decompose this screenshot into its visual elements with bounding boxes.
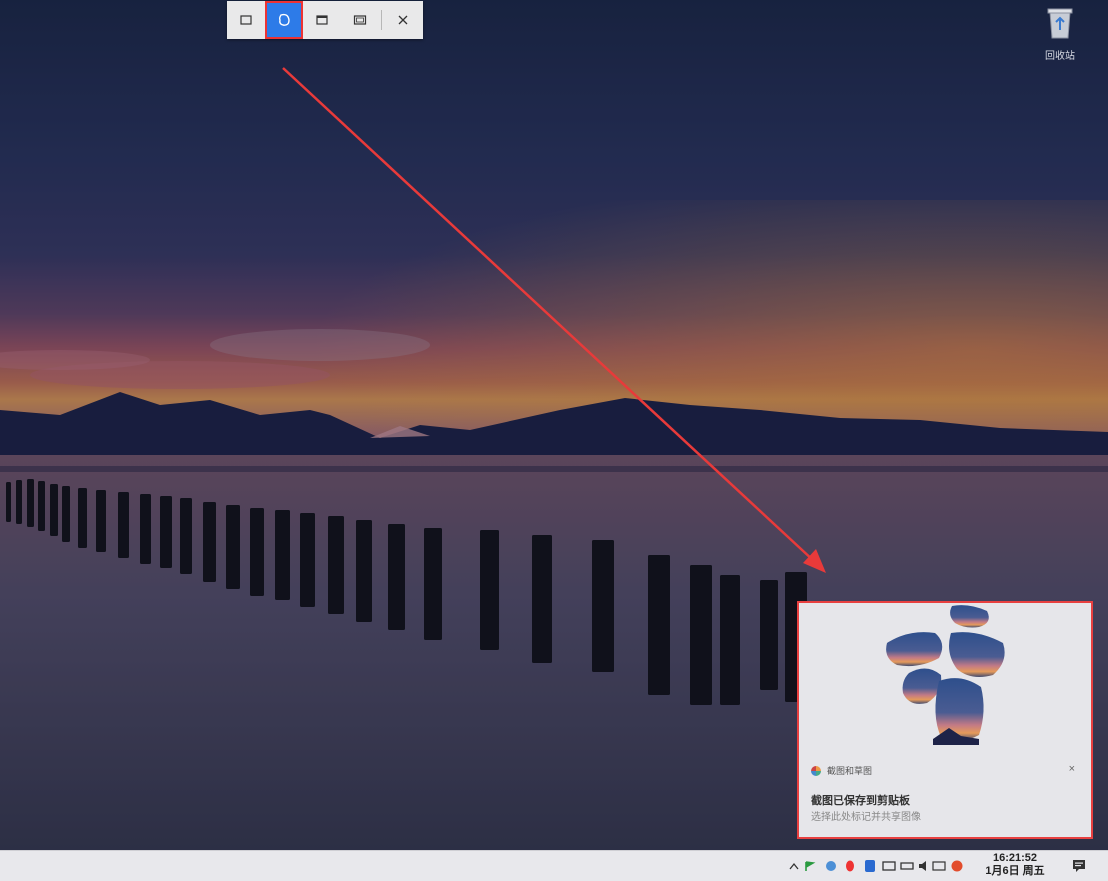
network-icon bbox=[900, 862, 914, 870]
keyboard-icon bbox=[932, 861, 946, 871]
window-snip-icon bbox=[316, 15, 328, 25]
tray-icons bbox=[789, 860, 963, 872]
notification-title: 截图已保存到剪贴板 bbox=[811, 795, 910, 807]
snip-thumbnail bbox=[886, 605, 1005, 745]
security-icon bbox=[951, 860, 963, 872]
clock-date: 1月6日 周五 bbox=[985, 865, 1045, 877]
window-snip-button[interactable] bbox=[303, 1, 341, 39]
snip-sketch-app-icon bbox=[811, 765, 821, 776]
freeform-snip-button[interactable] bbox=[265, 1, 303, 39]
recycle-bin[interactable]: 回收站 bbox=[1038, 6, 1082, 62]
notification-app-row: 截图和草图 bbox=[811, 764, 872, 777]
freeform-snip-icon bbox=[278, 13, 290, 26]
action-center-icon bbox=[1073, 860, 1085, 872]
rectangle-snip-button[interactable] bbox=[227, 1, 265, 39]
qq-icon bbox=[846, 860, 854, 872]
notification-app-name: 截图和草图 bbox=[827, 766, 873, 776]
system-tray bbox=[787, 851, 973, 881]
snip-toolbar bbox=[227, 1, 423, 39]
recycle-bin-icon bbox=[1047, 8, 1073, 39]
taskbar-clock[interactable]: 16:21:52 1月6日 周五 bbox=[978, 852, 1052, 878]
printer-icon bbox=[882, 861, 896, 871]
volume-icon bbox=[919, 861, 926, 871]
rectangle-snip-icon bbox=[240, 15, 252, 25]
fullscreen-snip-button[interactable] bbox=[341, 1, 379, 39]
bluetooth-icon bbox=[865, 860, 875, 872]
recycle-bin-label: 回收站 bbox=[1045, 51, 1075, 62]
notification-body: 选择此处标记并共享图像 bbox=[811, 812, 921, 823]
snip-notification[interactable]: 截图和草图 × 截图已保存到剪贴板 选择此处标记并共享图像 bbox=[797, 601, 1093, 839]
fullscreen-snip-icon bbox=[353, 15, 367, 25]
clock-time: 16:21:52 bbox=[992, 852, 1038, 864]
shield-icon bbox=[826, 861, 836, 871]
toolbar-separator bbox=[381, 10, 382, 30]
close-snip-button[interactable] bbox=[384, 1, 422, 39]
close-icon bbox=[398, 15, 408, 25]
notification-close-button[interactable]: × bbox=[1069, 763, 1075, 775]
flag-icon bbox=[805, 861, 816, 871]
chevron-up-icon bbox=[789, 862, 799, 870]
action-center-button[interactable] bbox=[1071, 858, 1087, 879]
taskbar: 16:21:52 1月6日 周五 bbox=[0, 850, 1108, 881]
